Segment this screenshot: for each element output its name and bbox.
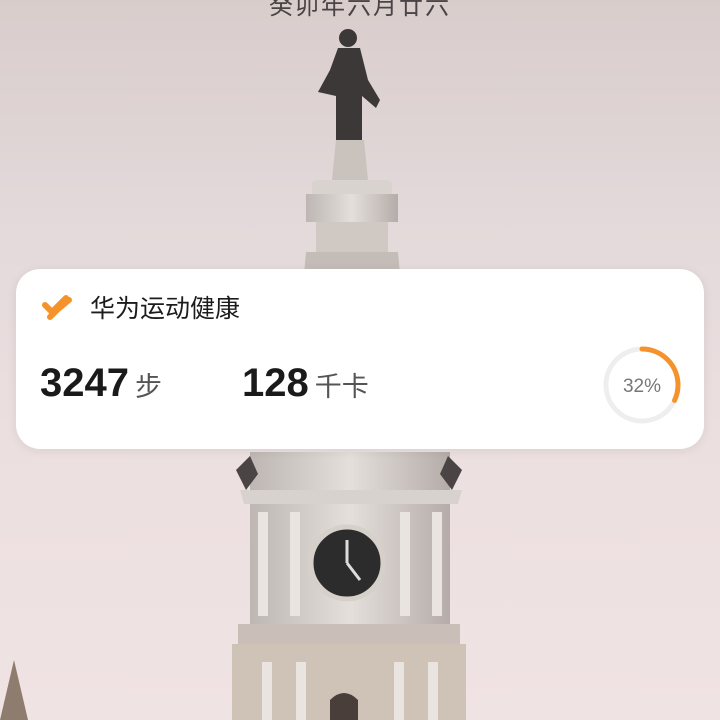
app-name: 华为运动健康 (90, 294, 241, 323)
goal-progress-ring: 32% (603, 346, 681, 424)
huawei-health-heart-icon (42, 295, 72, 320)
health-widget-card[interactable]: 华为运动健康 3247 步 128 千卡 32% (16, 269, 704, 449)
steps-value: 3247 (40, 361, 129, 405)
steps-unit: 步 (134, 372, 162, 403)
steps-metric: 3247 步 (40, 361, 162, 406)
statue-figure (318, 29, 380, 140)
progress-label: 32% (623, 376, 661, 397)
calories-metric: 128 千卡 (242, 361, 369, 406)
calories-unit: 千卡 (314, 372, 369, 403)
date-text: 癸卯年六月廿六 (269, 0, 451, 20)
calories-value: 128 (242, 361, 309, 405)
